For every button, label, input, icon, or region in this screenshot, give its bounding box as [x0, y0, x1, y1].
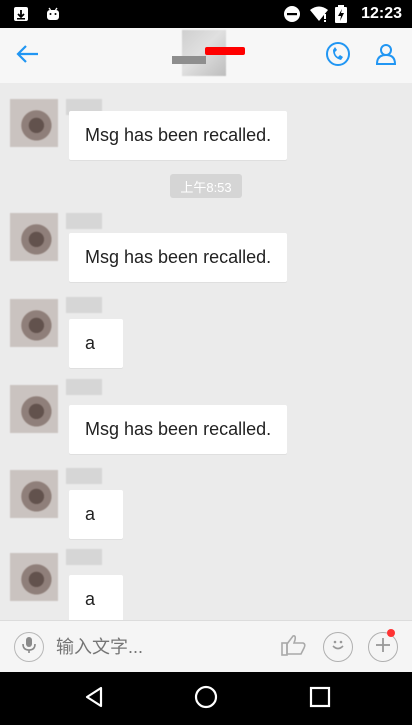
message-timestamp: 上午8:53: [170, 174, 242, 198]
sender-avatar[interactable]: [10, 470, 58, 518]
sender-avatar[interactable]: [10, 553, 58, 601]
notification-dot: [387, 629, 395, 637]
system-nav-bar: [0, 672, 412, 725]
smiley-icon: [329, 636, 347, 659]
nav-home-button[interactable]: [192, 685, 220, 713]
sender-name: [66, 549, 102, 565]
triangle-back-icon: [84, 686, 104, 713]
thumbs-up-icon: [281, 633, 307, 662]
arrow-left-icon: [16, 44, 40, 69]
sender-avatar[interactable]: [10, 99, 58, 147]
message-input[interactable]: [56, 633, 266, 661]
nav-recents-button[interactable]: [306, 685, 334, 713]
call-button[interactable]: [322, 40, 354, 72]
status-right-icons: 12:23: [283, 5, 402, 23]
back-button[interactable]: [12, 42, 44, 70]
wifi-icon: [309, 5, 329, 23]
android-icon: [44, 5, 62, 23]
circle-home-icon: [194, 685, 218, 714]
download-icon: [12, 5, 30, 23]
status-time: 12:23: [361, 5, 402, 22]
more-actions-button[interactable]: [368, 632, 398, 662]
chat-message-list[interactable]: 上午8:53 Msg has been recalled. Msg has be…: [0, 83, 412, 620]
like-button[interactable]: [280, 633, 308, 661]
emoji-button[interactable]: [323, 632, 353, 662]
message-bubble[interactable]: Msg has been recalled.: [69, 111, 288, 160]
message-bubble[interactable]: Msg has been recalled.: [69, 405, 288, 454]
message-bubble[interactable]: a: [69, 490, 123, 539]
nav-back-button[interactable]: [80, 685, 108, 713]
message-bubble[interactable]: a: [69, 319, 123, 368]
sender-avatar[interactable]: [10, 213, 58, 261]
sender-avatar[interactable]: [10, 385, 58, 433]
plus-icon: [375, 637, 391, 658]
status-left-icons: [12, 5, 62, 23]
message-bubble[interactable]: Msg has been recalled.: [69, 233, 288, 282]
microphone-icon: [22, 636, 36, 659]
sender-name: [66, 379, 102, 395]
message-bubble[interactable]: a: [69, 575, 123, 620]
sender-avatar[interactable]: [10, 299, 58, 347]
do-not-disturb-icon: [283, 5, 301, 23]
contact-name-blur: [172, 56, 206, 64]
redaction-mark: [205, 47, 245, 55]
phone-icon: [325, 41, 351, 72]
square-recents-icon: [309, 686, 331, 713]
message-input-bar: [0, 620, 412, 672]
person-icon: [374, 42, 398, 71]
profile-button[interactable]: [370, 40, 402, 72]
sender-name: [66, 297, 102, 313]
chat-header: [0, 28, 412, 83]
battery-charging-icon: [335, 5, 353, 23]
sender-name: [66, 213, 102, 229]
voice-input-button[interactable]: [14, 632, 44, 662]
sender-name: [66, 468, 102, 484]
status-bar: 12:23: [0, 0, 412, 28]
